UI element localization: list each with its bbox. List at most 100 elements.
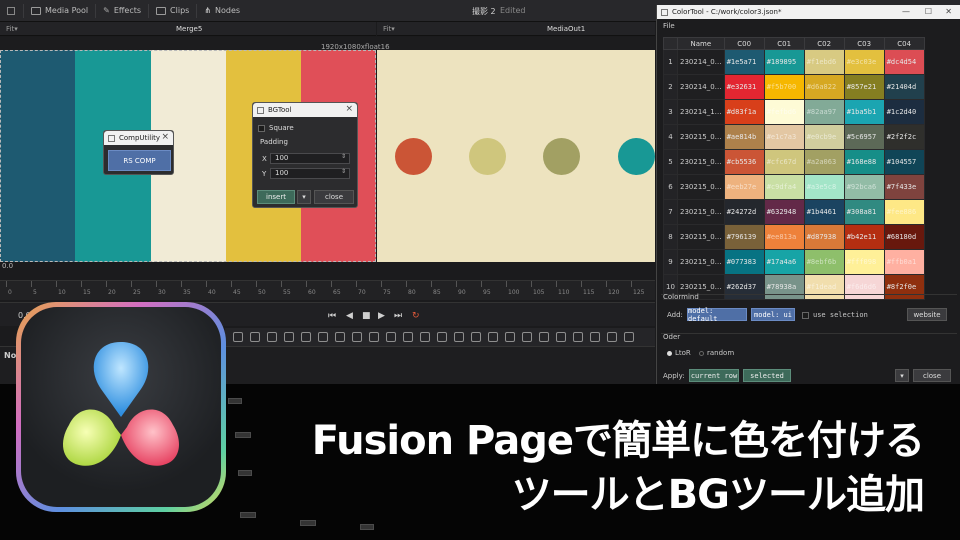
row-name[interactable]: 230215_0…	[677, 149, 725, 175]
table-row[interactable]: 1 230214_0… #1e5a71 #189895 #f1ebd6 #e3c03e #d…	[663, 49, 925, 75]
effects-button[interactable]: ✎ Effects	[96, 3, 150, 18]
color-cell[interactable]: #eeb27e	[723, 174, 765, 200]
color-cell[interactable]: #a3e5c8	[803, 174, 845, 200]
color-cell[interactable]: #dc4d54	[883, 49, 925, 75]
color-cell[interactable]: #92bca6	[843, 174, 885, 200]
tool-icon[interactable]	[233, 332, 243, 342]
tool-icon[interactable]	[556, 332, 566, 342]
tool-icon[interactable]	[267, 332, 277, 342]
y-input[interactable]: 100	[270, 168, 350, 179]
clips-button[interactable]: Clips	[149, 3, 198, 18]
row-name[interactable]: 230214_1…	[677, 99, 725, 125]
color-cell[interactable]: #17a4a6	[763, 249, 805, 275]
media-pool-button[interactable]: Media Pool	[24, 3, 97, 18]
color-cell[interactable]: #1e5a71	[723, 49, 765, 75]
tool-icon[interactable]	[539, 332, 549, 342]
apply-menu-button[interactable]: ▾	[895, 369, 909, 382]
color-cell[interactable]: #e32631	[723, 74, 765, 100]
color-cell[interactable]: #5c6957	[843, 124, 885, 150]
use-selection-row[interactable]: use selection	[802, 311, 868, 319]
model-default-button[interactable]: model: default	[687, 307, 747, 323]
table-row[interactable]: 4 230215_0… #ae814b #e1c7a3 #e0cb9e #5c6957 #2…	[663, 124, 925, 150]
color-cell[interactable]: #78938a	[763, 274, 805, 300]
color-cell[interactable]: #104557	[883, 149, 925, 175]
color-cell[interactable]: #a2a063	[803, 149, 845, 175]
color-cell[interactable]: #e3c03e	[843, 49, 885, 75]
stop-icon[interactable]: ■	[362, 311, 371, 321]
nodes-button[interactable]: ⋔ Nodes	[197, 4, 247, 18]
tool-icon[interactable]	[590, 332, 600, 342]
close-icon[interactable]: ×	[345, 104, 353, 114]
color-cell[interactable]: #8f2f0e	[883, 274, 925, 300]
maximize-icon[interactable]: ☐	[925, 7, 932, 16]
color-cell[interactable]: #fff098	[843, 249, 885, 275]
color-cell[interactable]: #ae814b	[723, 124, 765, 150]
tool-icon[interactable]	[607, 332, 617, 342]
row-name[interactable]: 230215_0…	[677, 224, 725, 250]
header-c03[interactable]: C03	[843, 37, 885, 50]
color-cell[interactable]: #077383	[723, 249, 765, 275]
color-cell[interactable]: #fee886	[883, 199, 925, 225]
row-name[interactable]: 230215_0…	[677, 199, 725, 225]
color-cell[interactable]: #ee813a	[763, 224, 805, 250]
loop-icon[interactable]: ↻	[412, 311, 420, 321]
square-checkbox-row[interactable]: Square	[258, 124, 294, 132]
color-cell[interactable]: #262d37	[723, 274, 765, 300]
x-stepper-icon[interactable]: ⇕	[341, 153, 346, 160]
color-cell[interactable]: #189895	[763, 49, 805, 75]
color-cell[interactable]: #7f433e	[883, 174, 925, 200]
viewer-left-fit[interactable]: Fit▾	[6, 25, 18, 33]
go-to-start-icon[interactable]: ⏮	[328, 311, 336, 321]
file-menu[interactable]: File	[657, 19, 960, 33]
color-cell[interactable]: #d83f1a	[723, 99, 765, 125]
model-ui-button[interactable]: model: ui	[751, 308, 795, 321]
selected-button[interactable]: selected	[743, 369, 791, 382]
tool-icon[interactable]	[335, 332, 345, 342]
row-name[interactable]: 230214_0…	[677, 74, 725, 100]
play-icon[interactable]: ▶	[378, 311, 385, 321]
y-stepper-icon[interactable]: ⇕	[341, 168, 346, 175]
tool-icon[interactable]	[505, 332, 515, 342]
tool-icon[interactable]	[471, 332, 481, 342]
table-row[interactable]: 5 230215_0… #cb5536 #cfc67d #a2a063 #168e88 #1…	[663, 149, 925, 175]
tool-icon[interactable]	[301, 332, 311, 342]
color-cell[interactable]: #e1c7a3	[763, 124, 805, 150]
color-cell[interactable]: #ffb0a1	[883, 249, 925, 275]
color-cell[interactable]: #d87938	[803, 224, 845, 250]
ltor-radio[interactable]	[667, 350, 672, 356]
color-cell[interactable]: #fefbd6	[763, 99, 805, 125]
table-row[interactable]: 6 230215_0… #eeb27e #c9dfa4 #a3e5c8 #92bca6 #7…	[663, 174, 925, 200]
insert-menu-button[interactable]: ▾	[297, 190, 311, 204]
color-cell[interactable]: #24272d	[723, 199, 765, 225]
rs-comp-button[interactable]: RS COMP	[108, 150, 171, 171]
color-cell[interactable]: #cfc67d	[763, 149, 805, 175]
color-cell[interactable]: #f6d6d6	[843, 274, 885, 300]
header-c04[interactable]: C04	[883, 37, 925, 50]
timeline-ruler[interactable]: 0 5 10 15 20 25 30 35 40 45 50 55 60 65 70 75 80 85 90 95 10…	[0, 280, 655, 300]
tool-icon[interactable]	[573, 332, 583, 342]
tool-icon[interactable]	[437, 332, 447, 342]
color-cell[interactable]: #857e21	[843, 74, 885, 100]
color-cell[interactable]: #1c2d40	[883, 99, 925, 125]
minimize-icon[interactable]: —	[902, 7, 910, 16]
color-cell[interactable]: #b42e11	[843, 224, 885, 250]
color-cell[interactable]: #68180d	[883, 224, 925, 250]
color-cell[interactable]: #8ebf6b	[803, 249, 845, 275]
tool-icon[interactable]	[454, 332, 464, 342]
current-row-button[interactable]: current row	[689, 369, 739, 382]
tool-icon[interactable]	[488, 332, 498, 342]
table-row[interactable]: 2 230214_0… #e32631 #f5b700 #d6a822 #857e21 #2…	[663, 74, 925, 100]
tool-icon[interactable]	[522, 332, 532, 342]
color-cell[interactable]: #796139	[723, 224, 765, 250]
color-cell[interactable]: #f1dead	[803, 274, 845, 300]
use-selection-checkbox[interactable]	[802, 311, 809, 319]
tool-icon[interactable]	[369, 332, 379, 342]
table-row[interactable]: 7 230215_0… #24272d #632948 #1b4461 #308a81 #f…	[663, 199, 925, 225]
row-name[interactable]: 230215_0…	[677, 124, 725, 150]
toolbar-more[interactable]	[0, 3, 24, 18]
color-cell[interactable]: #cb5536	[723, 149, 765, 175]
color-cell[interactable]: #632948	[763, 199, 805, 225]
random-radio[interactable]	[699, 350, 704, 356]
step-back-icon[interactable]: ◀	[346, 311, 353, 321]
table-row[interactable]: 10 230215_0… #262d37 #78938a #f1dead #f6d6d6 #…	[663, 274, 925, 300]
